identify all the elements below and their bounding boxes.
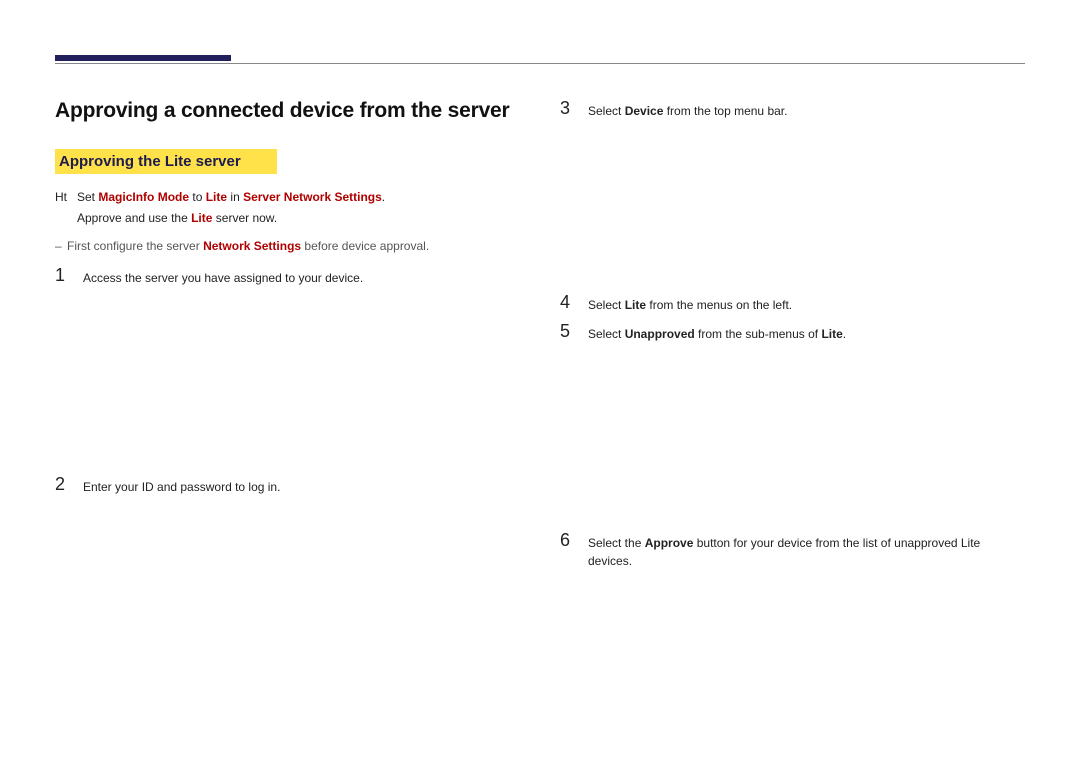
dash-em: Network Settings	[203, 239, 301, 253]
step-3: 3 Select Device from the top menu bar.	[560, 99, 1025, 120]
s5-em: Unapproved	[625, 327, 695, 341]
step-6: 6 Select the Approve button for your dev…	[560, 531, 1025, 570]
s5-mid: from the sub-menus of	[695, 327, 822, 341]
intro-l1-mid1: to	[189, 190, 206, 204]
s4-em: Lite	[625, 298, 646, 312]
screenshot-placeholder-1	[55, 295, 520, 475]
step-1-number: 1	[55, 266, 69, 284]
dash-pre: First configure the server	[67, 239, 203, 253]
intro-line-1: Ht Set MagicInfo Mode to Lite in Server …	[77, 188, 520, 207]
section-subtitle: Approving the Lite server	[55, 149, 277, 174]
screenshot-placeholder-3	[560, 128, 1025, 293]
intro-l1-em3: Server Network Settings	[243, 190, 382, 204]
content-columns: Approving a connected device from the se…	[55, 99, 1025, 578]
intro-l2-em: Lite	[191, 211, 212, 225]
header-divider	[55, 63, 1025, 64]
step-5-number: 5	[560, 322, 574, 340]
step-2-text: Enter your ID and password to log in.	[83, 475, 280, 496]
intro-l2-pre: Approve and use the	[77, 211, 191, 225]
s5-pre: Select	[588, 327, 625, 341]
s6-pre: Select the	[588, 536, 645, 550]
step-1: 1 Access the server you have assigned to…	[55, 266, 520, 287]
step-5-text: Select Unapproved from the sub-menus of …	[588, 322, 846, 343]
page-title: Approving a connected device from the se…	[55, 99, 520, 123]
intro-l1-mid2: in	[227, 190, 243, 204]
intro-marker: Ht	[55, 188, 67, 207]
s5-post: .	[843, 327, 846, 341]
intro-l1-pre: Set	[77, 190, 98, 204]
accent-bar	[55, 55, 231, 61]
s5-em2: Lite	[821, 327, 842, 341]
s4-pre: Select	[588, 298, 625, 312]
step-1-text: Access the server you have assigned to y…	[83, 266, 363, 287]
s6-em: Approve	[645, 536, 694, 550]
s4-post: from the menus on the left.	[646, 298, 792, 312]
dash-note: First configure the server Network Setti…	[55, 237, 520, 256]
document-page: Approving a connected device from the se…	[0, 0, 1080, 763]
step-6-number: 6	[560, 531, 574, 549]
step-2-number: 2	[55, 475, 69, 493]
step-4-number: 4	[560, 293, 574, 311]
step-5: 5 Select Unapproved from the sub-menus o…	[560, 322, 1025, 343]
s3-pre: Select	[588, 104, 625, 118]
intro-block: Ht Set MagicInfo Mode to Lite in Server …	[55, 188, 520, 227]
s3-post: from the top menu bar.	[663, 104, 787, 118]
step-4-text: Select Lite from the menus on the left.	[588, 293, 792, 314]
intro-line-2: Approve and use the Lite server now.	[77, 209, 520, 228]
screenshot-placeholder-5	[560, 351, 1025, 531]
step-3-text: Select Device from the top menu bar.	[588, 99, 787, 120]
intro-l1-post: .	[382, 190, 385, 204]
s3-em: Device	[625, 104, 664, 118]
step-6-text: Select the Approve button for your devic…	[588, 531, 1025, 570]
intro-l2-post: server now.	[212, 211, 277, 225]
left-column: Approving a connected device from the se…	[55, 99, 520, 578]
intro-l1-em1: MagicInfo Mode	[98, 190, 189, 204]
dash-post: before device approval.	[301, 239, 429, 253]
step-4: 4 Select Lite from the menus on the left…	[560, 293, 1025, 314]
step-2: 2 Enter your ID and password to log in.	[55, 475, 520, 496]
intro-l1-em2: Lite	[206, 190, 227, 204]
step-3-number: 3	[560, 99, 574, 117]
right-column: 3 Select Device from the top menu bar. 4…	[560, 99, 1025, 578]
